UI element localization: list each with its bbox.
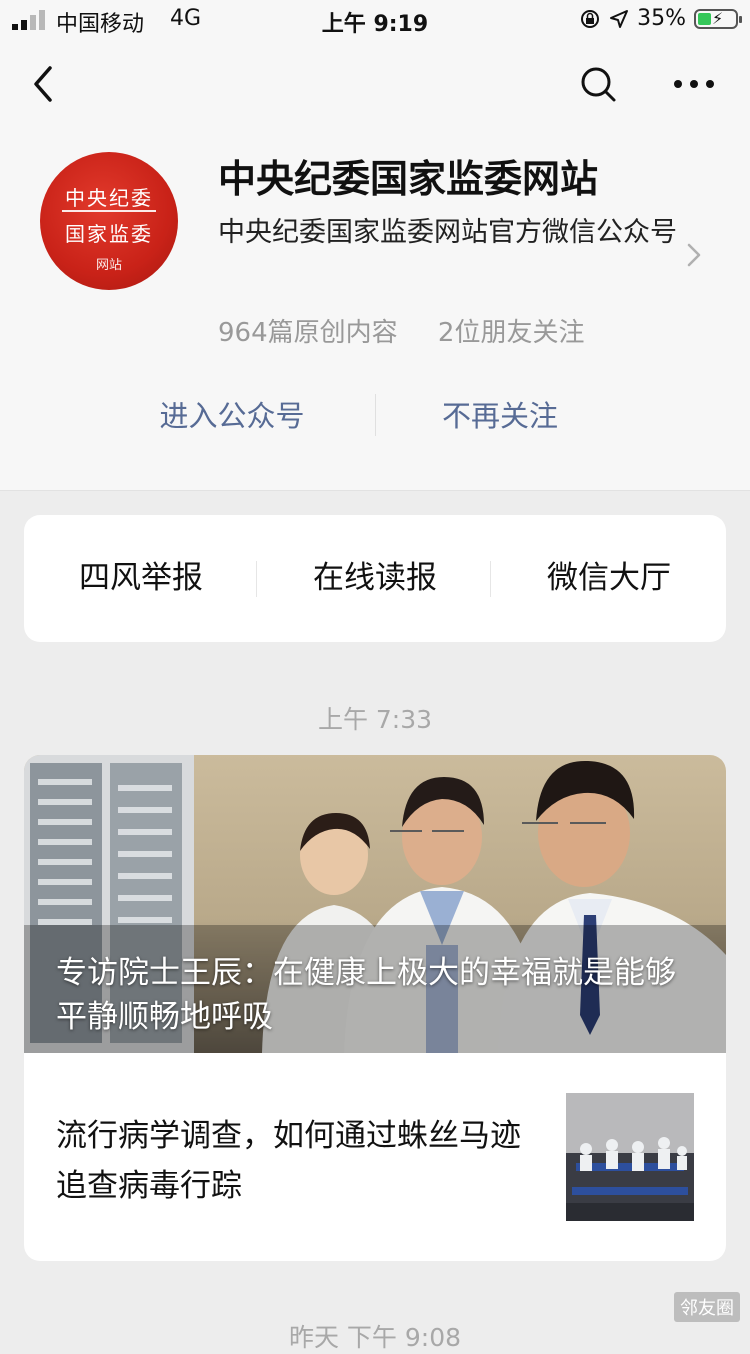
enter-account-button[interactable]: 进入公众号 — [82, 388, 382, 444]
battery-icon: ⚡ — [694, 8, 742, 29]
main-article[interactable]: 专访院士王辰：在健康上极大的幸福就是能够平静顺畅地呼吸 — [24, 755, 726, 1053]
menu-item-wechat-hall[interactable]: 微信大厅 — [492, 515, 726, 642]
logo-divider — [62, 210, 156, 212]
chevron-right-icon[interactable] — [684, 240, 704, 270]
main-article-title: 专访院士王辰：在健康上极大的幸福就是能够平静顺畅地呼吸 — [56, 955, 676, 1035]
account-name: 中央纪委国家监委网站 — [218, 157, 599, 201]
status-right: 35% ⚡ — [579, 6, 742, 31]
original-count: 964篇原创内容 — [218, 318, 398, 348]
article-card: 专访院士王辰：在健康上极大的幸福就是能够平静顺畅地呼吸 流行病学调查，如何通过蛛… — [24, 755, 726, 1261]
more-icon[interactable] — [672, 70, 716, 98]
feed-timestamp: 昨天 下午 9:08 — [288, 1323, 462, 1352]
orientation-lock-icon — [581, 9, 600, 28]
menu-divider — [490, 561, 491, 597]
sub-article[interactable]: 流行病学调查，如何通过蛛丝马迹追查病毒行踪 — [24, 1053, 726, 1261]
back-icon[interactable] — [28, 62, 58, 106]
account-actions: 进入公众号 不再关注 — [0, 388, 750, 444]
nav-bar — [0, 52, 750, 116]
account-stats: 964篇原创内容 2位朋友关注 — [218, 312, 616, 349]
corner-watermark: 邻友圈 — [674, 1292, 740, 1322]
account-description[interactable]: 中央纪委国家监委网站官方微信公众号 — [218, 210, 678, 256]
menu-card: 四风举报 在线读报 微信大厅 — [24, 515, 726, 642]
logo-text-line1: 中央纪委 — [65, 186, 153, 210]
logo-text-line3: 网站 — [95, 258, 122, 273]
charging-icon: ⚡ — [712, 8, 724, 28]
logo-text-line2: 国家监委 — [65, 222, 153, 246]
menu-divider — [256, 561, 257, 597]
sub-article-thumbnail — [566, 1093, 694, 1221]
battery-level — [698, 12, 711, 25]
feed-timestamp: 上午 7:33 — [317, 705, 433, 734]
search-icon[interactable] — [578, 64, 618, 104]
menu-item-read-paper[interactable]: 在线读报 — [258, 515, 492, 642]
friends-following: 2位朋友关注 — [437, 318, 585, 348]
unfollow-button[interactable]: 不再关注 — [350, 388, 650, 444]
sub-article-title: 流行病学调查，如何通过蛛丝马迹追查病毒行踪 — [56, 1118, 521, 1204]
battery-percent: 35% — [637, 6, 686, 31]
menu-item-report[interactable]: 四风举报 — [24, 515, 258, 642]
account-logo: 中央纪委 国家监委 网站 — [40, 152, 178, 290]
status-bar: 中国移动 4G 上午 9:19 35% ⚡ — [0, 0, 750, 40]
location-icon — [610, 9, 629, 28]
